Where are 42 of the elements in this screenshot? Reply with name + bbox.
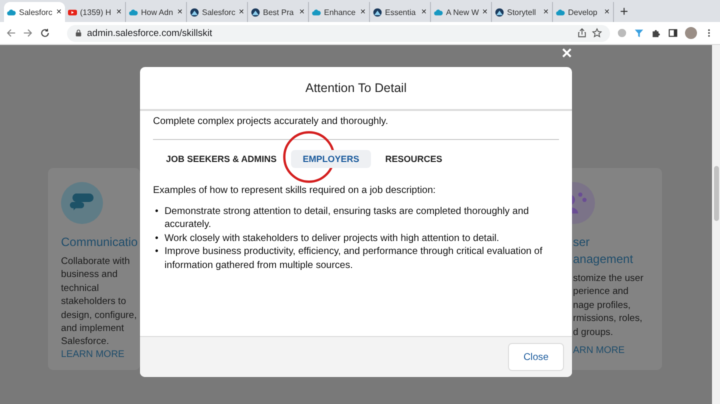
lock-icon xyxy=(75,29,82,37)
cloud-icon xyxy=(129,8,138,16)
chat-icon xyxy=(61,182,103,224)
cloud-icon xyxy=(7,8,16,16)
back-icon[interactable] xyxy=(6,28,16,38)
modal-tab[interactable]: JOB SEEKERS & ADMINS xyxy=(166,150,289,168)
scrollbar-thumb[interactable] xyxy=(714,166,718,221)
modal-title: Attention To Detail xyxy=(305,81,407,95)
mountain-icon xyxy=(373,8,382,16)
filter-icon[interactable] xyxy=(634,28,644,38)
sidebar-icon[interactable] xyxy=(668,28,678,38)
puzzle-icon[interactable] xyxy=(651,28,661,38)
reload-icon[interactable] xyxy=(40,28,50,38)
avatar[interactable] xyxy=(685,27,697,39)
card-title: ser anagement xyxy=(573,234,634,268)
lead-text: Examples of how to represent skills required on a job description: xyxy=(153,185,437,196)
mountain-icon xyxy=(190,8,199,16)
cloud-icon xyxy=(556,8,565,16)
modal-tab[interactable]: RESOURCES xyxy=(373,150,454,168)
card-description: stomize the user perience and nage profiles, rmissions, roles, d groups. xyxy=(573,272,644,340)
play-icon xyxy=(68,8,77,16)
bullet-text: Improve business productivity, efficiency, and performance through critical evaluation of information gathered from multiple sources. xyxy=(164,245,544,272)
bullet-text: Work closely with stakeholders to deliver projects with high attention to detail. xyxy=(164,232,500,246)
bullet-marker: • xyxy=(155,232,158,246)
bullet-marker: • xyxy=(155,205,158,219)
cloud-icon xyxy=(434,8,443,16)
intro-text: Complete complex projects accurately and thoroughly. xyxy=(153,116,559,140)
close-icon[interactable]: ✕ xyxy=(561,45,573,61)
mountain-icon xyxy=(251,8,260,16)
star-icon[interactable] xyxy=(592,28,602,38)
bullet-marker: • xyxy=(155,245,158,260)
bullet-text: Demonstrate strong attention to detail, ensuring tasks are completed thoroughly and accurately. xyxy=(164,205,530,232)
share-icon[interactable] xyxy=(577,28,587,38)
address-bar[interactable]: admin.salesforce.com/skillskit xyxy=(67,24,610,42)
close-button[interactable]: Close xyxy=(508,343,564,371)
card-description: Collaborate with business and technical stakeholders to design, configure, and implement Salesforce. xyxy=(61,255,138,349)
card-title: Communicatio xyxy=(61,234,139,251)
cloud-icon xyxy=(312,8,321,16)
forward-icon[interactable] xyxy=(23,28,33,38)
mountain-icon xyxy=(495,8,504,16)
modal-tab[interactable]: EMPLOYERS xyxy=(290,150,372,168)
new-tab-button[interactable]: + xyxy=(620,3,628,19)
